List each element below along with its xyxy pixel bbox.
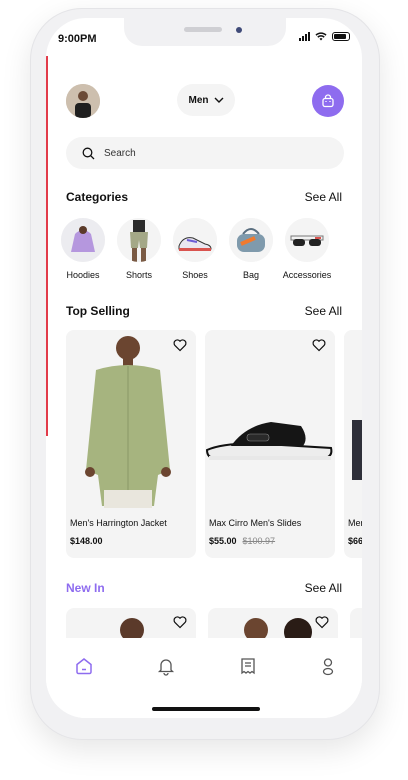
signal-icon	[299, 32, 310, 41]
status-bar: 9:00PM	[46, 18, 362, 58]
section-title: Top Selling	[66, 304, 130, 318]
new-in-list	[66, 608, 362, 640]
section-title: New In	[66, 581, 105, 595]
heart-icon[interactable]	[312, 338, 326, 352]
search-icon	[82, 147, 95, 159]
category-label: Bag	[242, 270, 259, 280]
category-list: Hoodies Shorts Shoes Bag Accessories	[60, 218, 360, 280]
search-input[interactable]: Search	[66, 137, 344, 169]
heart-icon[interactable]	[315, 615, 329, 629]
app-screen: 9:00PM Men Search Categories See All Hoo…	[46, 18, 362, 718]
status-icons	[299, 32, 350, 41]
receipt-icon[interactable]	[238, 656, 258, 676]
chevron-down-icon	[214, 97, 223, 103]
product-name: Max Cirro Men's Slides	[209, 518, 302, 528]
category-hoodies[interactable]: Hoodies	[60, 218, 106, 280]
camera	[236, 27, 242, 33]
product-card[interactable]	[208, 608, 338, 640]
profile-icon[interactable]	[318, 656, 338, 676]
category-shoes[interactable]: Shoes	[172, 218, 218, 280]
bell-icon[interactable]	[156, 656, 176, 676]
shorts-image	[117, 218, 161, 262]
categories-header: Categories See All	[66, 190, 342, 204]
status-time: 9:00PM	[58, 33, 97, 45]
category-shorts[interactable]: Shorts	[116, 218, 162, 280]
edge-marker	[46, 56, 48, 436]
search-placeholder: Search	[104, 147, 136, 159]
see-all-link[interactable]: See All	[305, 304, 342, 318]
home-indicator	[152, 707, 260, 711]
product-card[interactable]	[350, 608, 362, 640]
top-selling-list: Men's Harrington Jacket $148.00 Max Cirr…	[66, 330, 362, 562]
section-title: Categories	[66, 190, 129, 204]
product-price: $66	[348, 536, 362, 546]
tab-bar	[46, 638, 362, 718]
shopping-bag-icon	[322, 94, 334, 108]
shoes-image	[173, 218, 217, 262]
product-card[interactable]	[66, 608, 196, 640]
hoodie-image	[61, 218, 105, 262]
see-all-link[interactable]: See All	[305, 190, 342, 204]
heart-icon[interactable]	[173, 615, 187, 629]
wifi-icon	[315, 32, 327, 41]
category-label: Shorts	[125, 270, 152, 280]
bag-image	[229, 218, 273, 262]
product-image	[344, 330, 362, 508]
notch	[124, 18, 286, 46]
category-accessories[interactable]: Accessories	[282, 218, 332, 280]
product-name: Men's Harrington Jacket	[70, 518, 167, 528]
speaker	[184, 27, 222, 32]
avatar[interactable]	[66, 84, 100, 118]
new-in-header: New In See All	[66, 581, 342, 595]
heart-icon[interactable]	[173, 338, 187, 352]
gender-selector[interactable]: Men	[177, 84, 235, 116]
sunglasses-image	[285, 218, 329, 262]
product-card[interactable]: Men $66	[344, 330, 362, 558]
product-image	[66, 330, 196, 508]
product-old-price: $100.97	[242, 536, 276, 546]
product-price: $148.00	[70, 536, 103, 546]
home-icon[interactable]	[74, 656, 94, 676]
category-label: Shoes	[182, 270, 208, 280]
category-bag[interactable]: Bag	[228, 218, 274, 280]
category-label: Hoodies	[66, 270, 100, 280]
see-all-link[interactable]: See All	[305, 581, 342, 595]
battery-icon	[332, 32, 350, 41]
top-selling-header: Top Selling See All	[66, 304, 342, 318]
product-card[interactable]: Max Cirro Men's Slides $55.00 $100.97	[205, 330, 335, 558]
product-card[interactable]: Men's Harrington Jacket $148.00	[66, 330, 196, 558]
cart-button[interactable]	[312, 85, 344, 117]
product-name: Men	[348, 518, 362, 528]
gender-label: Men	[188, 94, 209, 106]
product-price: $55.00 $100.97	[209, 536, 276, 546]
category-label: Accessories	[282, 270, 332, 280]
product-image	[205, 330, 335, 508]
